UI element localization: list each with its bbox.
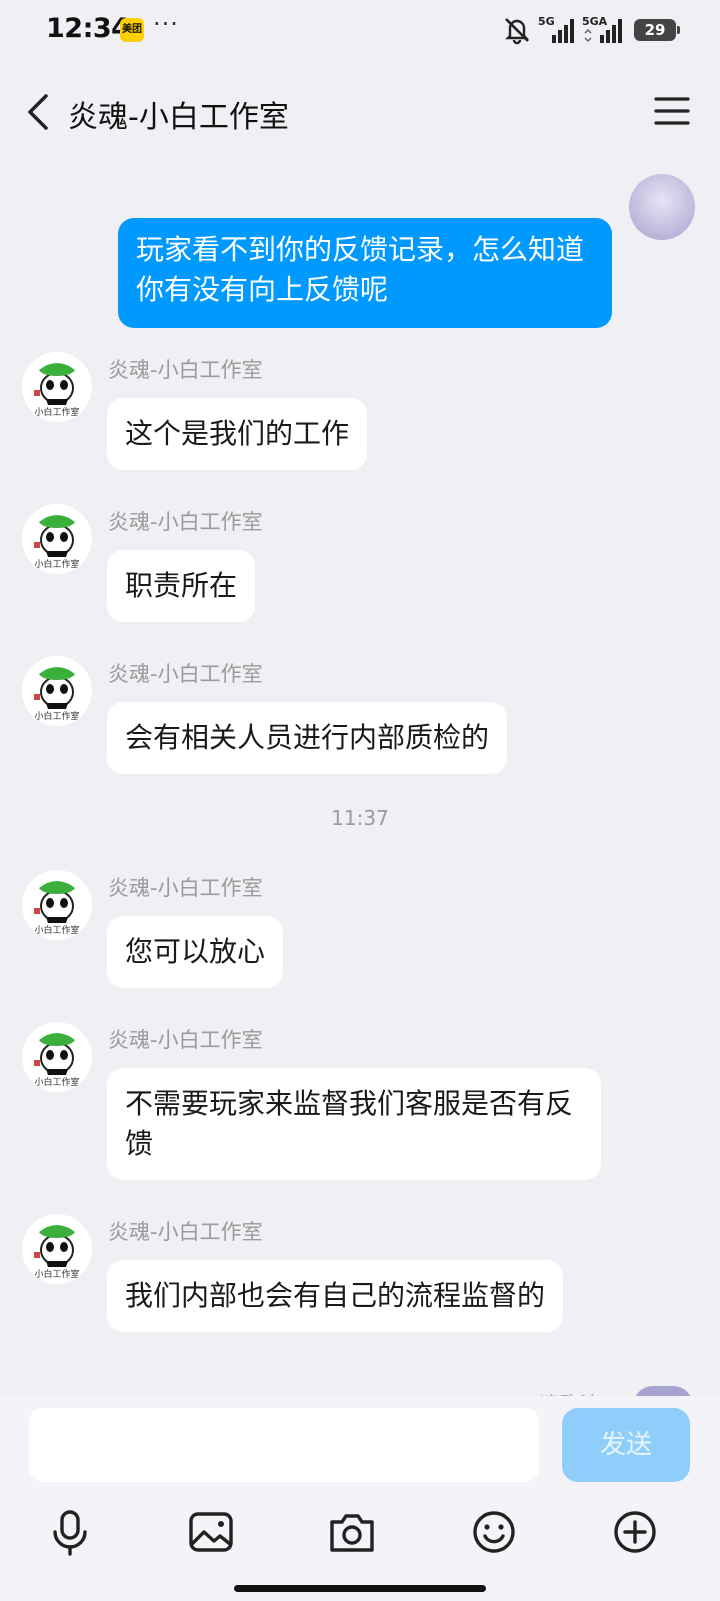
camera-icon[interactable] — [324, 1504, 380, 1560]
incoming-message-bubble[interactable]: 不需要玩家来监督我们客服是否有反馈 — [107, 1068, 601, 1180]
incoming-message-bubble[interactable]: 职责所在 — [107, 550, 256, 622]
contact-avatar[interactable]: 小白工作室 — [22, 1022, 92, 1092]
menu-icon[interactable] — [652, 94, 692, 128]
svg-text:小白工作室: 小白工作室 — [34, 924, 79, 936]
home-indicator[interactable] — [234, 1585, 486, 1592]
svg-text:小白工作室: 小白工作室 — [34, 406, 79, 418]
timestamp: 11:37 — [331, 806, 389, 830]
contact-avatar[interactable]: 小白工作室 — [22, 352, 92, 422]
panda-avatar-icon: 小白工作室 — [22, 656, 92, 726]
signal-strength-5ga-icon: 5GA — [582, 15, 624, 45]
meituan-notification-icon: 美团 — [120, 18, 144, 42]
incoming-message-bubble[interactable]: 会有相关人员进行内部质检的 — [107, 702, 508, 774]
battery-icon: 29 — [634, 19, 680, 41]
send-button[interactable]: 发送 — [562, 1408, 690, 1482]
contact-avatar[interactable]: 小白工作室 — [22, 1214, 92, 1284]
svg-text:小白工作室: 小白工作室 — [34, 710, 79, 722]
sender-name: 炎魂-小白工作室 — [108, 1220, 263, 1244]
svg-text:小白工作室: 小白工作室 — [34, 1268, 79, 1280]
sender-name: 炎魂-小白工作室 — [108, 662, 263, 686]
incoming-message-bubble[interactable]: 您可以放心 — [107, 916, 284, 988]
message-list[interactable]: 玩家看不到你的反馈记录，怎么知道你有没有向上反馈呢 小白工作室 炎魂-小白工作室… — [0, 154, 720, 1394]
mute-icon — [505, 18, 529, 45]
chat-header: 炎魂-小白工作室 — [0, 70, 720, 154]
message-input[interactable] — [29, 1408, 539, 1482]
back-icon[interactable] — [22, 90, 58, 134]
panda-avatar-icon: 小白工作室 — [22, 1022, 92, 1092]
panda-avatar-icon: 小白工作室 — [22, 504, 92, 574]
self-avatar[interactable] — [629, 174, 695, 240]
input-toolbar — [0, 1504, 720, 1574]
sender-name: 炎魂-小白工作室 — [108, 876, 263, 900]
incoming-message-bubble[interactable]: 我们内部也会有自己的流程监督的 — [107, 1260, 564, 1332]
outgoing-message-bubble[interactable]: 玩家看不到你的反馈记录，怎么知道你有没有向上反馈呢 — [118, 218, 612, 328]
plus-icon[interactable] — [607, 1504, 663, 1560]
more-notifications-icon: ··· — [153, 10, 179, 38]
svg-text:小白工作室: 小白工作室 — [34, 1076, 79, 1088]
sender-name: 炎魂-小白工作室 — [108, 510, 263, 534]
panda-avatar-icon: 小白工作室 — [22, 1214, 92, 1284]
chat-title: 炎魂-小白工作室 — [68, 100, 289, 135]
panda-avatar-icon: 小白工作室 — [22, 870, 92, 940]
sender-name: 炎魂-小白工作室 — [108, 358, 263, 382]
microphone-icon[interactable] — [42, 1504, 98, 1560]
image-icon[interactable] — [183, 1504, 239, 1560]
contact-avatar[interactable]: 小白工作室 — [22, 504, 92, 574]
status-indicators: 5G 5GA 29 — [502, 14, 680, 46]
panda-avatar-icon: 小白工作室 — [22, 352, 92, 422]
status-time: 12:34 — [46, 13, 130, 44]
input-area: 发送 — [0, 1396, 720, 1601]
contact-avatar[interactable]: 小白工作室 — [22, 656, 92, 726]
contact-avatar[interactable]: 小白工作室 — [22, 870, 92, 940]
sender-name: 炎魂-小白工作室 — [108, 1028, 263, 1052]
emoji-icon[interactable] — [466, 1504, 522, 1560]
incoming-message-bubble[interactable]: 这个是我们的工作 — [107, 398, 368, 470]
signal-strength-5g-icon: 5G — [538, 15, 576, 45]
svg-text:小白工作室: 小白工作室 — [34, 558, 79, 570]
status-bar: 12:34 美团 ··· 5G 5GA 29 — [0, 0, 720, 60]
